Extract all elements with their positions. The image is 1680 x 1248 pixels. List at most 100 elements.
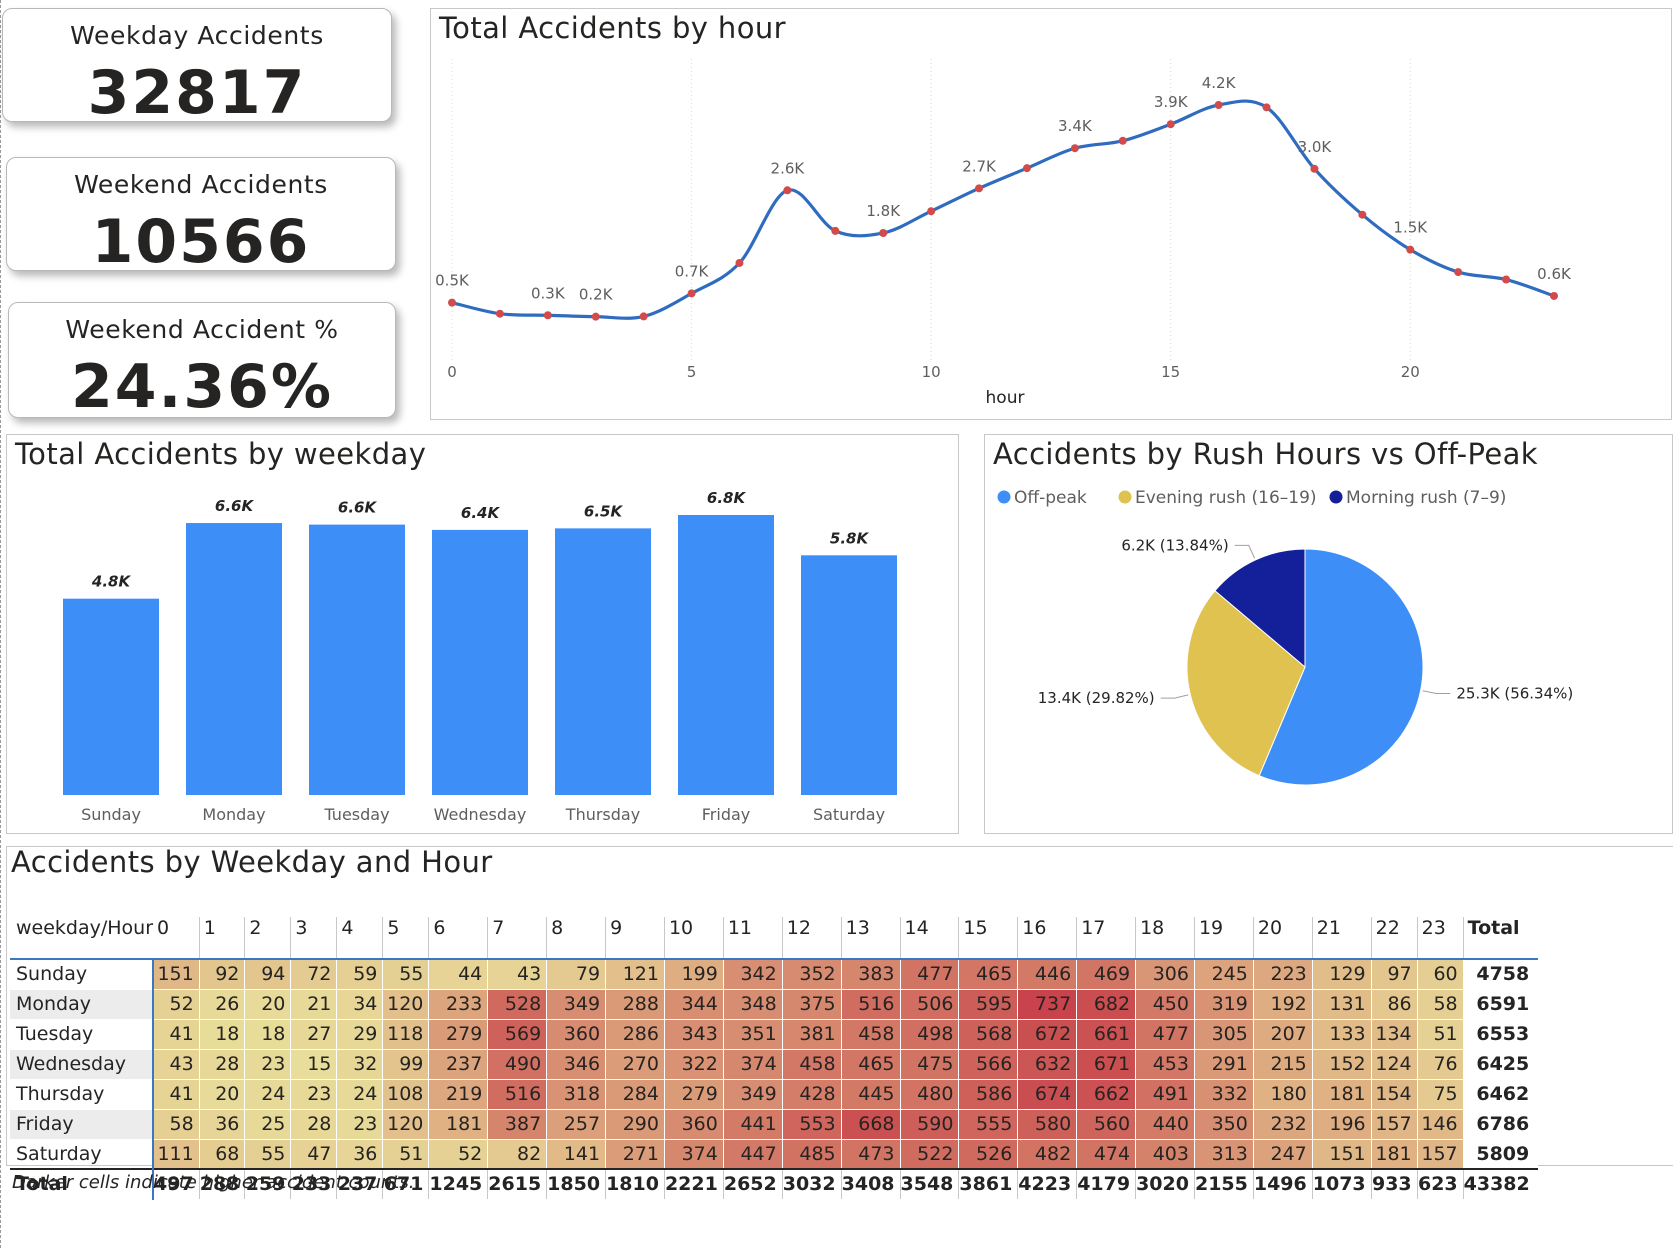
heat-cell: 44: [428, 959, 489, 990]
data-point: [975, 184, 984, 193]
x-category-label: Thursday: [565, 805, 640, 824]
heat-cell: 154: [1371, 1079, 1418, 1110]
data-point: [927, 207, 936, 216]
data-label: 2.6K: [771, 159, 806, 177]
heat-cell: 133: [1312, 1019, 1372, 1050]
heat-cell: 18: [199, 1019, 246, 1050]
heat-cell: 120: [382, 989, 430, 1020]
heat-cell: 313: [1194, 1139, 1254, 1170]
data-label: 0.5K: [435, 272, 470, 290]
kpi-weekend-accidents[interactable]: Weekend Accidents 10566: [6, 157, 396, 277]
heat-cell: 111: [153, 1139, 200, 1170]
heat-cell: 21: [290, 989, 338, 1020]
kpi-value: 32817: [87, 58, 307, 128]
heat-cell: 157: [1371, 1109, 1418, 1140]
heat-cell: 207: [1253, 1019, 1313, 1050]
heat-cell: 516: [841, 989, 901, 1020]
heat-cell: 465: [841, 1049, 901, 1080]
grand-total: 43382: [1463, 1168, 1538, 1200]
bar: [678, 515, 774, 795]
heat-cell: 682: [1076, 989, 1137, 1020]
heat-cell: 737: [1017, 989, 1078, 1020]
heat-cell: 465: [958, 959, 1019, 990]
heat-cell: 86: [1371, 989, 1418, 1020]
line-chart: 0 5 10 15 20 hour 0.5K 0.3K 0.2K 0.7K 2.6K 1.8K 2.7K…: [435, 59, 1572, 408]
data-label: 0.3K: [531, 284, 566, 302]
pie-chart-panel[interactable]: Accidents by Rush Hours vs Off-Peak Off-…: [984, 434, 1673, 834]
heat-cell: 403: [1135, 1139, 1195, 1170]
heat-cell: 672: [1017, 1019, 1078, 1050]
kpi-weekday-accidents[interactable]: Weekday Accidents 32817: [2, 8, 392, 128]
x-category-label: Saturday: [813, 805, 885, 824]
heat-cell: 446: [1017, 959, 1078, 990]
heat-cell: 59: [336, 959, 384, 990]
data-label: 3.9K: [1154, 93, 1189, 111]
hour-column-header: 22: [1371, 917, 1418, 959]
data-point: [831, 226, 840, 235]
heat-cell: 346: [546, 1049, 607, 1080]
heat-cell: 43: [487, 959, 548, 990]
data-point: [1118, 136, 1127, 145]
heat-cell: 219: [428, 1079, 489, 1110]
heat-cell: 453: [1135, 1049, 1195, 1080]
hour-column-header: 3: [290, 917, 338, 959]
data-point: [1406, 245, 1415, 254]
heat-cell: 134: [1371, 1019, 1418, 1050]
heat-cell: 34: [336, 989, 384, 1020]
bar: [186, 523, 282, 795]
matrix-row: Thursday 41 20 24 23 24 108 219 516 318 284 279 349 4…: [10, 1079, 1539, 1110]
data-label: 1.5K: [1393, 219, 1428, 237]
heat-cell: 26: [199, 989, 246, 1020]
leader-line: [1422, 690, 1451, 695]
heat-cell: 99: [382, 1049, 430, 1080]
heat-cell: 76: [1417, 1049, 1464, 1080]
heat-cell: 29: [336, 1019, 384, 1050]
heat-cell: 279: [664, 1079, 724, 1110]
heat-cell: 490: [487, 1049, 548, 1080]
heat-cell: 322: [664, 1049, 724, 1080]
column-total: 4223: [1017, 1168, 1078, 1200]
hour-column-header: 6: [428, 917, 489, 959]
data-point: [448, 298, 456, 307]
row-total: 5809: [1463, 1139, 1539, 1170]
heat-cell: 360: [664, 1109, 724, 1140]
heat-cell: 352: [782, 959, 842, 990]
heat-cell: 374: [723, 1049, 783, 1080]
heat-cell: 528: [487, 989, 548, 1020]
heat-cell: 360: [546, 1019, 607, 1050]
bar-chart-panel[interactable]: Total Accidents by weekday 4.8K Sunday 6.6…: [6, 434, 959, 834]
column-total: 3548: [900, 1168, 960, 1200]
hour-column-header: 17: [1076, 917, 1137, 959]
bar-data-label: 6.6K: [338, 499, 378, 517]
matrix-row: Friday 58 36 25 28 23 120 181 387 257 290 360 441 553…: [10, 1109, 1539, 1140]
page-border: [0, 0, 4, 1248]
heat-cell: 568: [958, 1019, 1019, 1050]
slice-data-label: 25.3K (56.34%): [1456, 685, 1573, 703]
column-total: 1850: [546, 1168, 607, 1200]
heat-cell: 52: [428, 1139, 489, 1170]
heat-cell: 180: [1253, 1079, 1313, 1110]
legend-label: Morning rush (7–9): [1346, 488, 1506, 508]
kpi-label: Weekend Accidents: [74, 170, 328, 199]
heat-cell: 15: [290, 1049, 338, 1080]
matrix-row: Tuesday 41 18 18 27 29 118 279 569 360 286 343 351 38…: [10, 1019, 1539, 1050]
matrix-row: Wednesday 43 28 23 15 32 99 237 490 346 270 322 374 4…: [10, 1049, 1539, 1080]
line-chart-panel[interactable]: Total Accidents by hour 0 5 10 15 20 hour 0.5K…: [430, 8, 1672, 420]
heat-cell: 661: [1076, 1019, 1137, 1050]
x-category-label: Sunday: [81, 805, 141, 824]
column-total: 3020: [1135, 1168, 1195, 1200]
kpi-weekend-accident-pct[interactable]: Weekend Accident % 24.36%: [8, 302, 396, 422]
data-label: 3.0K: [1298, 138, 1333, 156]
leader-line: [1234, 544, 1256, 559]
heat-cell: 473: [841, 1139, 901, 1170]
row-header: Friday: [10, 1109, 155, 1140]
heat-cell: 47: [290, 1139, 338, 1170]
slice-data-label: 6.2K (13.84%): [1121, 536, 1228, 554]
matrix-row: Monday 52 26 20 21 34 120 233 528 349 288 344 348 375…: [10, 989, 1539, 1020]
data-point: [1502, 275, 1511, 284]
heat-cell: 129: [1312, 959, 1372, 990]
heat-cell: 491: [1135, 1079, 1195, 1110]
heat-cell: 440: [1135, 1109, 1195, 1140]
hour-column-header: 7: [487, 917, 548, 959]
data-point: [1166, 120, 1175, 129]
